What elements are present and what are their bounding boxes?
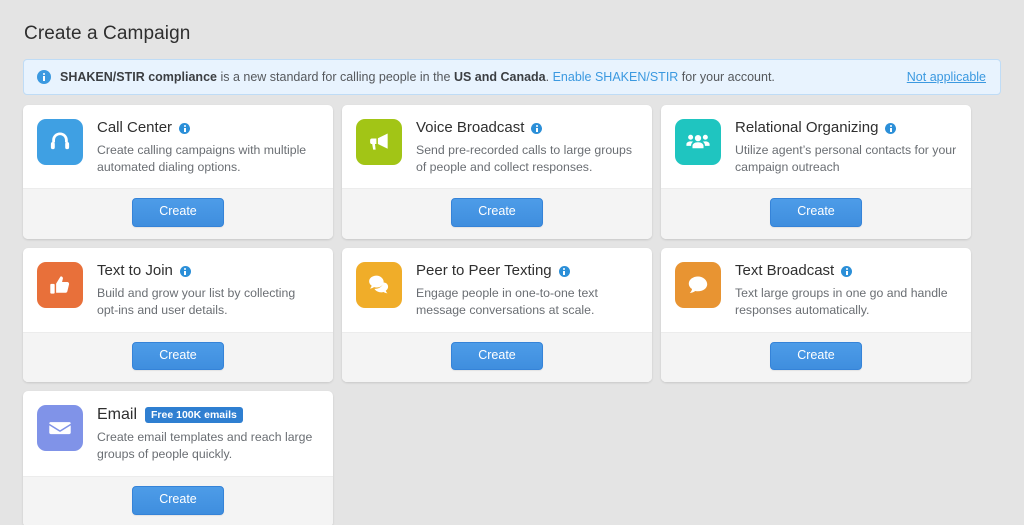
info-circle-icon[interactable] (179, 265, 191, 277)
card-title-row: Voice Broadcast (416, 119, 638, 137)
create-button[interactable]: Create (451, 198, 543, 228)
not-applicable-link[interactable]: Not applicable (907, 70, 986, 84)
create-button[interactable]: Create (451, 341, 543, 371)
card-body: Text Broadcast Text large groups in one … (661, 248, 971, 331)
card-footer: Create (23, 331, 333, 383)
banner-mid-text: is a new standard for calling people in … (216, 69, 454, 84)
create-button[interactable]: Create (132, 341, 224, 371)
card-body: Email Free 100K emails Create email temp… (23, 391, 333, 476)
enable-shaken-stir-link[interactable]: Enable SHAKEN/STIR (553, 70, 679, 84)
card-content: Call Center Create calling campaigns wit… (97, 119, 319, 176)
card-title-row: Text to Join (97, 263, 319, 280)
banner-message: SHAKEN/STIR compliance is a new standard… (60, 71, 907, 84)
card-title-row: Call Center (97, 119, 319, 137)
campaign-card-call-center[interactable]: Call Center Create calling campaigns wit… (23, 105, 333, 240)
card-footer: Create (342, 188, 652, 240)
card-content: Peer to Peer Texting Engage people in on… (416, 262, 638, 319)
shaken-stir-banner: SHAKEN/STIR compliance is a new standard… (23, 59, 1001, 95)
card-body: Voice Broadcast Send pre-recorded calls … (342, 105, 652, 188)
card-content: Email Free 100K emails Create email temp… (97, 405, 319, 464)
free-emails-badge: Free 100K emails (145, 406, 243, 424)
card-title-row: Text Broadcast (735, 263, 957, 280)
create-campaign-page: Create a Campaign SHAKEN/STIR compliance… (0, 0, 1024, 525)
thumbs-up-icon (37, 262, 83, 309)
card-description: Send pre-recorded calls to large groups … (416, 142, 633, 174)
campaign-card-email[interactable]: Email Free 100K emails Create email temp… (23, 391, 333, 525)
card-body: Peer to Peer Texting Engage people in on… (342, 248, 652, 331)
banner-separator-text: . (545, 69, 553, 84)
card-body: Text to Join Build and grow your list by… (23, 248, 333, 331)
card-title: Peer to Peer Texting (416, 262, 552, 280)
card-description: Text large groups in one go and handle r… (735, 285, 948, 318)
info-circle-icon (37, 70, 51, 84)
card-title: Call Center (97, 119, 173, 136)
card-title: Text Broadcast (735, 262, 835, 280)
card-description: Create email templates and reach large g… (97, 429, 313, 462)
people-group-icon (675, 119, 721, 165)
banner-lead-text: SHAKEN/STIR compliance (60, 69, 217, 84)
card-body: Relational Organizing Utilize agent’s pe… (661, 105, 971, 188)
campaign-card-voice-broadcast[interactable]: Voice Broadcast Send pre-recorded calls … (342, 105, 652, 240)
card-footer: Create (661, 331, 971, 383)
banner-tail-text: for your account. (678, 69, 775, 84)
info-circle-icon[interactable] (558, 265, 570, 277)
card-footer: Create (342, 331, 652, 383)
info-circle-icon[interactable] (841, 265, 853, 277)
card-content: Relational Organizing Utilize agent’s pe… (735, 119, 957, 176)
card-content: Text Broadcast Text large groups in one … (735, 262, 957, 319)
card-title: Email (97, 406, 138, 424)
create-button[interactable]: Create (770, 198, 862, 228)
info-circle-icon[interactable] (531, 122, 543, 134)
campaign-card-text-to-join[interactable]: Text to Join Build and grow your list by… (23, 248, 333, 383)
info-circle-icon[interactable] (885, 122, 897, 134)
card-title-row: Peer to Peer Texting (416, 263, 638, 280)
card-title: Text to Join (97, 262, 173, 280)
card-content: Voice Broadcast Send pre-recorded calls … (416, 119, 638, 176)
headset-icon (37, 119, 83, 165)
create-button[interactable]: Create (132, 485, 224, 515)
megaphone-icon (356, 119, 402, 165)
chat-bubble-icon (675, 262, 721, 309)
card-title: Relational Organizing (735, 119, 879, 136)
card-description: Engage people in one-to-one text message… (416, 285, 598, 318)
card-title-row: Email Free 100K emails (97, 406, 319, 424)
card-description: Build and grow your list by collecting o… (97, 285, 296, 318)
card-footer: Create (23, 188, 333, 240)
campaign-card-relational-organizing[interactable]: Relational Organizing Utilize agent’s pe… (661, 105, 971, 240)
card-content: Text to Join Build and grow your list by… (97, 262, 319, 319)
info-circle-icon[interactable] (179, 122, 191, 134)
create-button[interactable]: Create (770, 341, 862, 371)
double-chat-bubble-icon (356, 262, 402, 309)
campaign-card-peer-to-peer-texting[interactable]: Peer to Peer Texting Engage people in on… (342, 248, 652, 383)
card-body: Call Center Create calling campaigns wit… (23, 105, 333, 188)
campaign-type-grid: Call Center Create calling campaigns wit… (23, 105, 1001, 525)
card-title: Voice Broadcast (416, 119, 525, 136)
card-footer: Create (661, 188, 971, 240)
card-description: Create calling campaigns with multiple a… (97, 142, 307, 174)
card-description: Utilize agent’s personal contacts for yo… (735, 142, 957, 174)
envelope-icon (37, 405, 83, 452)
card-title-row: Relational Organizing (735, 119, 957, 137)
campaign-card-text-broadcast[interactable]: Text Broadcast Text large groups in one … (661, 248, 971, 383)
page-title: Create a Campaign (24, 23, 191, 44)
create-button[interactable]: Create (132, 198, 224, 228)
card-footer: Create (23, 475, 333, 525)
banner-region-text: US and Canada (453, 69, 546, 84)
